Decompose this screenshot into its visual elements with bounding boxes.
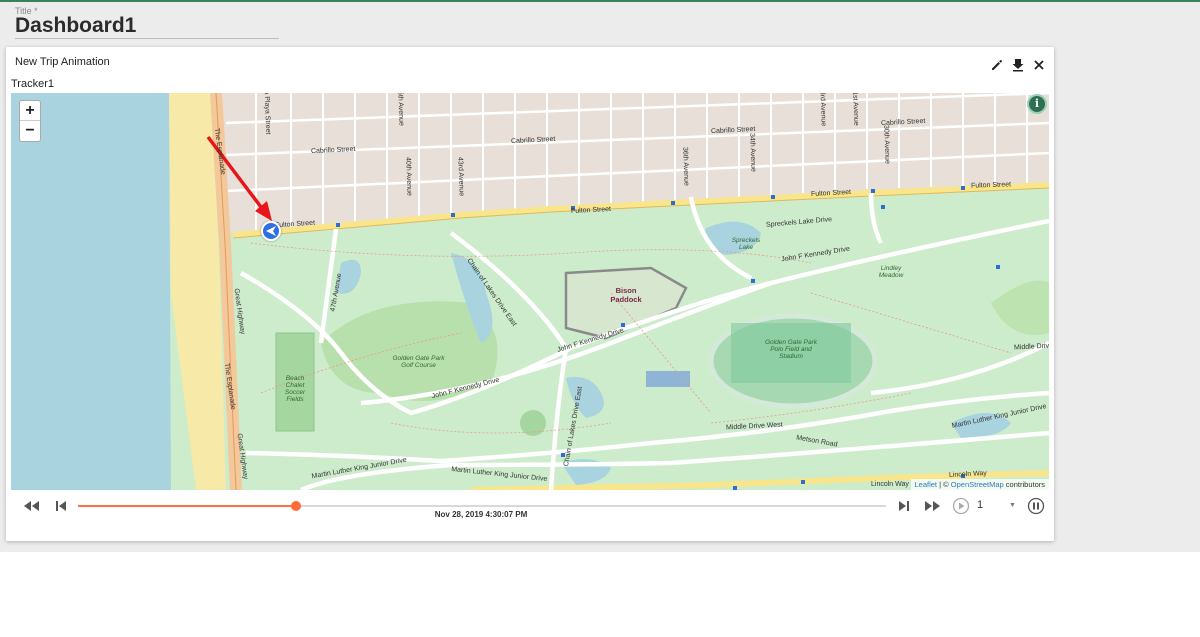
attribution-separator: | ©	[937, 480, 951, 489]
timeline-progress	[78, 505, 297, 507]
map-label-polo: Golden Gate Park Polo Field and Stadium	[764, 339, 818, 360]
dashboard-title[interactable]: Dashboard1	[15, 14, 136, 38]
close-icon[interactable]	[1031, 57, 1047, 73]
pencil-icon[interactable]	[989, 57, 1005, 73]
map-label-30th: 30th Avenue	[882, 124, 891, 165]
title-underline	[15, 38, 279, 39]
page-whitespace	[0, 552, 1200, 637]
timeline-slider[interactable]	[78, 501, 886, 511]
top-accent-line	[0, 0, 1200, 2]
playback-controls: 1 ▼ Nov 28, 2019 4:30:07 PM	[6, 496, 1054, 536]
map-label-fulton-4: Fulton Street	[970, 181, 1012, 190]
map-label-45th: 45th Avenue	[396, 93, 405, 127]
zoom-control: + −	[19, 100, 41, 142]
download-icon[interactable]	[1010, 57, 1026, 73]
map-attribution: Leaflet | © OpenStreetMap contributors	[910, 479, 1049, 490]
zoom-out-button[interactable]: −	[20, 121, 40, 141]
map-label-golf: Golden Gate Park Golf Course	[392, 355, 445, 369]
widget-title: New Trip Animation	[15, 56, 110, 68]
map-label-34th: 34th Avenue	[748, 132, 757, 173]
chevron-down-icon: ▼	[1009, 502, 1016, 509]
map-label-la-playa: La Playa Street	[262, 93, 272, 135]
zoom-in-button[interactable]: +	[20, 101, 40, 121]
leaflet-link[interactable]: Leaflet	[915, 480, 938, 489]
map-label-spreckels-lake: Spreckels Lake	[731, 237, 761, 251]
map-label-lindley: Lindley Meadow	[878, 265, 904, 279]
attribution-contributors: contributors	[1003, 480, 1045, 489]
trip-animation-widget: New Trip Animation Tracker1 Fulton Stree…	[6, 47, 1054, 541]
map-label-43rd: 43rd Avenue	[456, 156, 465, 197]
map-tiles	[11, 93, 1049, 490]
pause-icon[interactable]	[1027, 497, 1045, 515]
navigation-arrow-icon	[266, 226, 276, 236]
app-background: Title * Dashboard1 New Trip Animation Tr…	[0, 0, 1200, 552]
map-view[interactable]: Fulton Street Fulton Street Fulton Stree…	[11, 93, 1049, 490]
map-label-40th: 40th Avenue	[404, 156, 413, 197]
map-label-31st: 31st Avenue	[851, 93, 860, 126]
map-label-lincoln-2: Lincoln Way	[871, 481, 909, 488]
map-label-bison: Bison Paddock	[610, 286, 642, 304]
vehicle-marker[interactable]	[261, 221, 281, 241]
map-label-33rd: 33rd Avenue	[818, 93, 827, 127]
playback-timestamp: Nov 28, 2019 4:30:07 PM	[434, 510, 528, 519]
tracker-label: Tracker1	[11, 78, 54, 90]
map-label-36th: 36th Avenue	[681, 146, 690, 187]
map-label-beach-chalet: Beach Chalet Soccer Fields	[284, 375, 306, 403]
osm-link[interactable]: OpenStreetMap	[951, 480, 1004, 489]
info-icon[interactable]: i	[1027, 94, 1047, 114]
